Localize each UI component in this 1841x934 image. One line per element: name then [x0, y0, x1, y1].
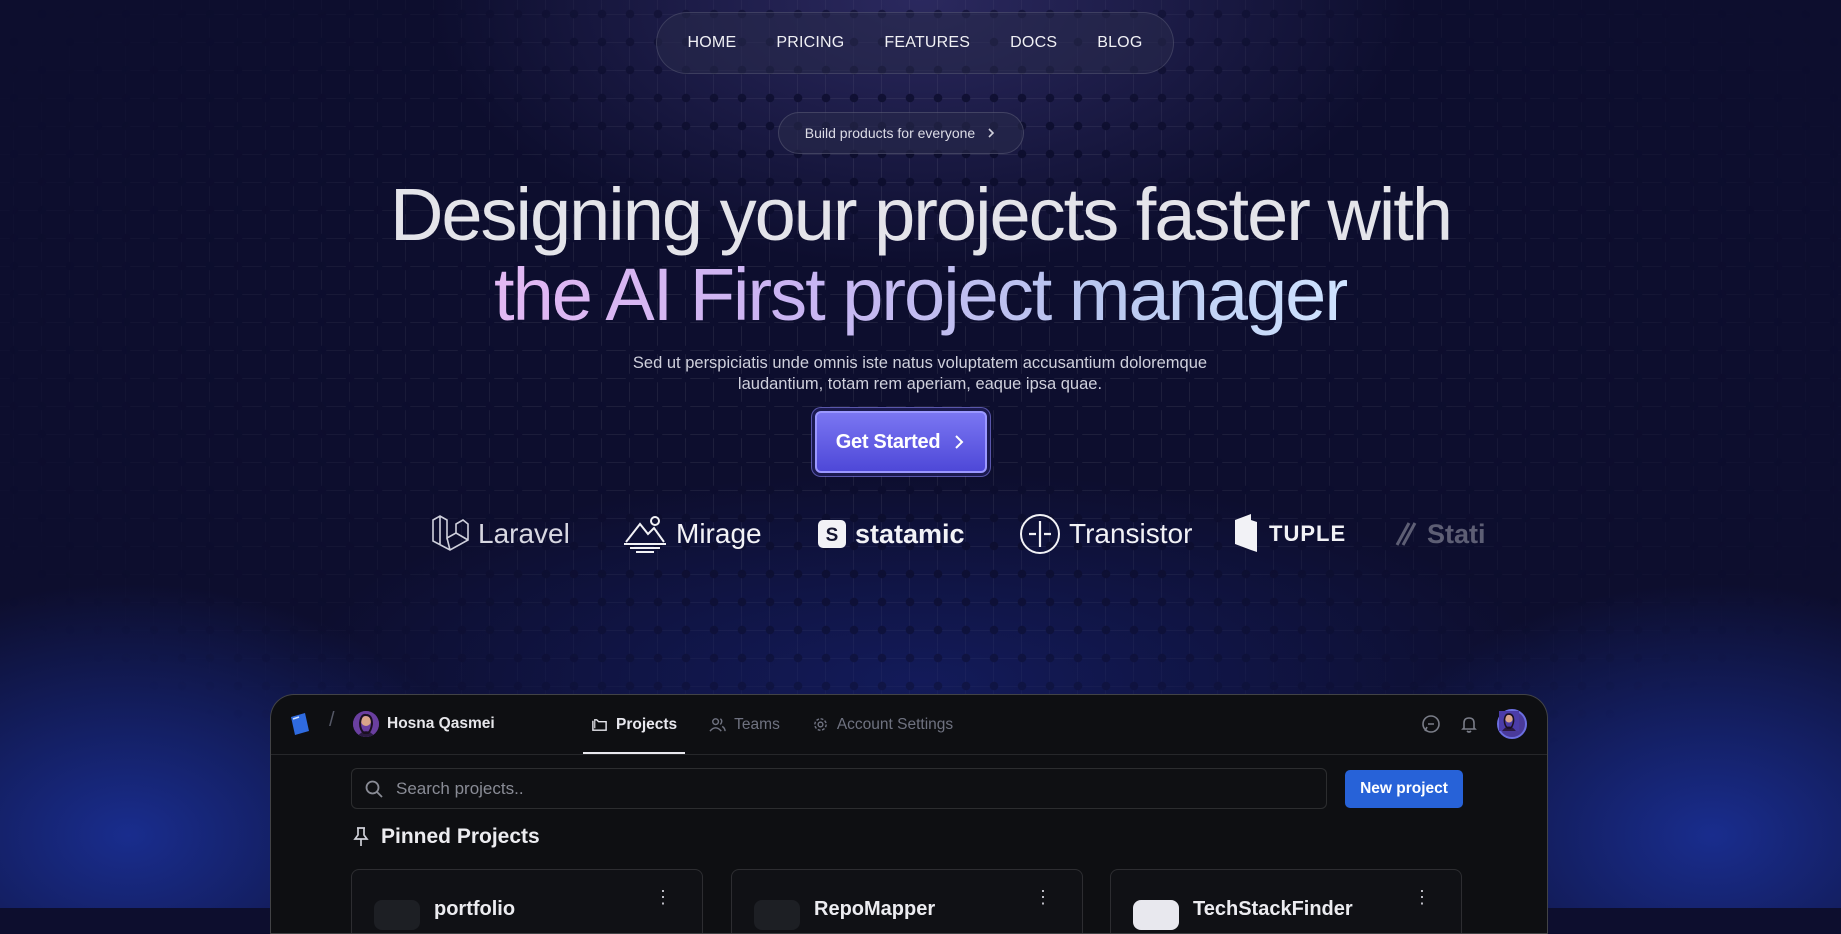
bell-icon[interactable]: [1459, 714, 1479, 734]
logo-mirage: Mirage: [622, 510, 762, 558]
chat-icon[interactable]: [1421, 714, 1441, 734]
nav-features[interactable]: FEATURES: [884, 34, 970, 52]
more-vertical-icon[interactable]: ⋮: [1034, 888, 1052, 906]
search-icon: [365, 780, 383, 798]
logo-tuple: TUPLE: [1233, 510, 1346, 558]
logo-statamic-text: statamic: [855, 518, 965, 549]
user-avatar[interactable]: [353, 711, 379, 737]
search-bar: [351, 768, 1327, 809]
new-project-button[interactable]: New project: [1345, 770, 1463, 808]
chevron-right-icon: [988, 128, 995, 138]
logo-statamic: S statamic: [817, 510, 965, 558]
chevron-right-icon: [955, 435, 964, 449]
logo-transistor-text: Transistor: [1069, 518, 1193, 549]
get-started-button[interactable]: Get Started: [815, 411, 987, 473]
more-vertical-icon[interactable]: ⋮: [654, 888, 672, 906]
nav-blog[interactable]: BLOG: [1097, 34, 1142, 52]
avatar-person-icon: [353, 711, 379, 737]
hero-title-gradient-text: the AI First project manager: [494, 253, 1349, 336]
pinned-projects-title: Pinned Projects: [381, 825, 540, 848]
app-logo-icon[interactable]: [287, 711, 313, 737]
nav-docs[interactable]: DOCS: [1010, 34, 1057, 52]
account-avatar[interactable]: [1497, 709, 1527, 739]
avatar-person-icon: [1499, 711, 1519, 731]
search-input[interactable]: [394, 777, 1298, 800]
logo-transistor: Transistor: [1019, 510, 1192, 558]
project-card[interactable]: TechStackFinder ⋮: [1110, 869, 1462, 933]
app-window: / Hosna Qasmei Projects Teams Account Se…: [270, 694, 1548, 934]
announcement-pill[interactable]: Build products for everyone: [778, 112, 1024, 154]
tab-account-settings-label: Account Settings: [836, 715, 954, 733]
nav-pricing[interactable]: PRICING: [776, 34, 844, 52]
tab-account-settings[interactable]: Account Settings: [812, 695, 953, 754]
nav-home[interactable]: HOME: [688, 34, 737, 52]
logo-strip: Laravel Mirage S statamic Transistor TUP…: [0, 510, 1841, 558]
transistor-icon: [1020, 514, 1060, 554]
project-card-name: portfolio: [434, 898, 516, 920]
tab-teams-label: Teams: [734, 715, 780, 733]
app-tabs: Projects Teams Account Settings: [582, 695, 953, 754]
tuple-icon: [1235, 514, 1257, 552]
pinned-projects-heading: Pinned Projects: [351, 825, 540, 849]
folder-icon: [592, 719, 607, 731]
topbar-actions: [1421, 709, 1527, 739]
hero-title-line1: Designing your projects faster with: [389, 173, 1453, 256]
mirage-icon: [624, 516, 666, 553]
logo-statamic-repeat-text: Stati: [1427, 518, 1486, 549]
announcement-label: Build products for everyone: [804, 125, 976, 141]
project-card-icon: [374, 900, 420, 930]
gear-icon: [813, 718, 827, 731]
app-topbar: / Hosna Qasmei Projects Teams Account Se…: [271, 695, 1547, 755]
users-icon: [709, 718, 726, 732]
hero-title-line2: the AI First project manager: [0, 258, 1841, 332]
logo-mirage-text: Mirage: [676, 518, 762, 549]
hero-subtitle: Sed ut perspiciatis unde omnis iste natu…: [632, 354, 1208, 393]
project-card[interactable]: RepoMapper ⋮: [731, 869, 1083, 933]
pin-icon: [353, 827, 369, 846]
breadcrumb-separator: /: [329, 709, 335, 731]
project-card[interactable]: portfolio ⋮: [351, 869, 703, 933]
logo-laravel: Laravel: [430, 510, 570, 558]
statamic-icon: S: [818, 520, 846, 548]
project-card-icon: [754, 900, 800, 930]
logo-tuple-text: TUPLE: [1269, 521, 1347, 546]
logo-statamic-repeat: Stati: [1393, 510, 1486, 558]
project-card-icon: [1133, 900, 1179, 930]
tab-projects-label: Projects: [616, 715, 678, 733]
user-name[interactable]: Hosna Qasmei: [387, 715, 495, 733]
tab-teams[interactable]: Teams: [709, 695, 780, 754]
logo-laravel-text: Laravel: [478, 518, 570, 549]
project-card-name: TechStackFinder: [1193, 898, 1353, 920]
tab-projects[interactable]: Projects: [582, 695, 686, 754]
statamic-slash-icon: [1395, 522, 1417, 546]
svg-text:S: S: [826, 525, 839, 546]
get-started-label: Get Started: [835, 430, 941, 453]
laravel-icon: [432, 515, 469, 551]
top-nav: HOME PRICING FEATURES DOCS BLOG: [656, 12, 1174, 74]
project-card-name: RepoMapper: [814, 898, 936, 920]
more-vertical-icon[interactable]: ⋮: [1413, 888, 1431, 906]
